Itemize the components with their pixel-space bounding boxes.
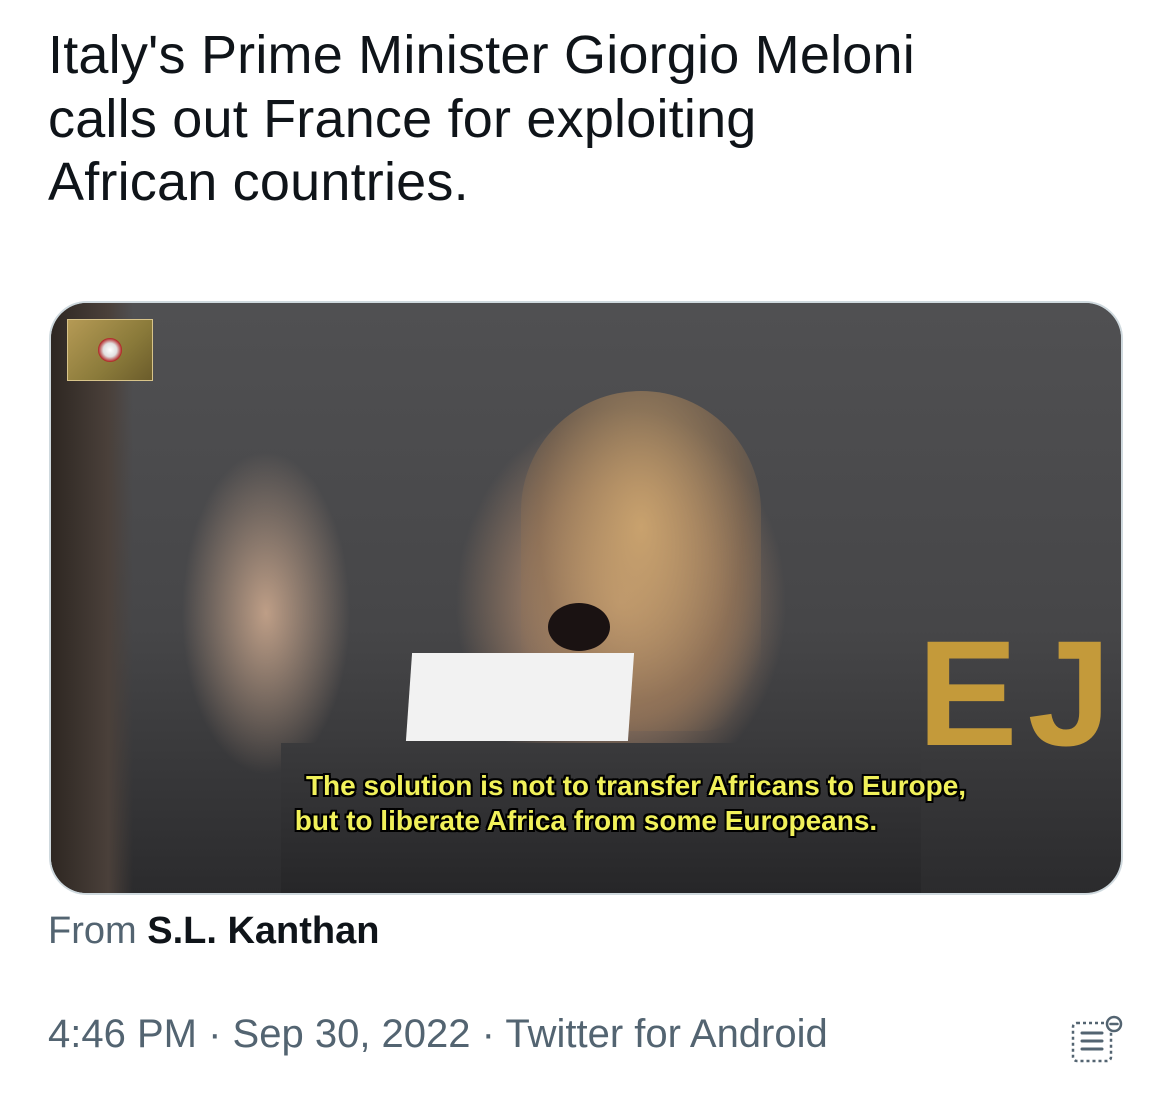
source-author-link[interactable]: S.L. Kanthan — [147, 910, 379, 952]
subtitle-line: but to liberate Africa from some Europea… — [294, 805, 878, 836]
channel-logo-icon — [67, 319, 153, 381]
meta-separator: · — [481, 1012, 495, 1056]
video-subtitle: The solution is not to transfer Africans… — [51, 768, 1121, 838]
tweet-date[interactable]: Sep 30, 2022 — [233, 1012, 471, 1056]
tweet-text-line: calls out France for exploiting — [48, 88, 757, 149]
tweet-text: Italy's Prime Minister Giorgio Meloni ca… — [48, 24, 1128, 215]
background-sign-letters: EJ — [917, 609, 1121, 777]
tweet-text-line: Italy's Prime Minister Giorgio Meloni — [48, 25, 915, 85]
video-media-card[interactable]: EJ The solution is not to transfer Afric… — [49, 301, 1123, 895]
tweet-text-line: African countries. — [48, 152, 469, 213]
media-source: From S.L. Kanthan — [48, 910, 379, 953]
tweet-client[interactable]: Twitter for Android — [505, 1012, 827, 1056]
tweet-meta: 4:46 PM · Sep 30, 2022 · Twitter for And… — [48, 1012, 828, 1057]
source-prefix: From — [48, 910, 137, 952]
analytics-icon[interactable] — [1070, 1015, 1126, 1065]
meta-separator: · — [208, 1012, 222, 1056]
podium-paper — [405, 653, 635, 741]
tweet-time[interactable]: 4:46 PM — [48, 1012, 197, 1056]
subtitle-line: The solution is not to transfer Africans… — [305, 770, 967, 801]
speaker-mouth — [548, 603, 610, 651]
analytics-icon-svg — [1071, 1015, 1123, 1063]
